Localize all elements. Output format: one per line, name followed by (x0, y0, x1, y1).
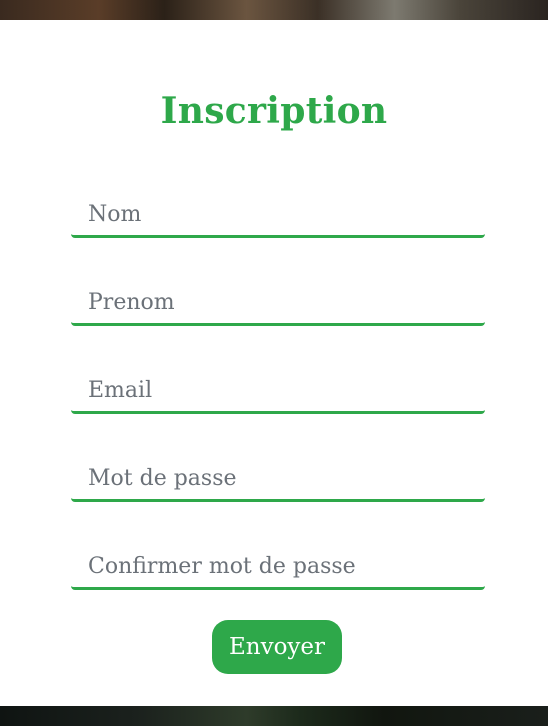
nom-input[interactable] (71, 194, 485, 238)
prenom-input[interactable] (71, 282, 485, 326)
confirm-password-input[interactable] (71, 546, 485, 590)
background-photo-top (0, 0, 548, 20)
submit-button[interactable]: Envoyer (212, 620, 342, 674)
signup-card: Inscription Envoyer (0, 20, 548, 706)
email-input[interactable] (71, 370, 485, 414)
password-input[interactable] (71, 458, 485, 502)
page-title: Inscription (160, 90, 388, 132)
background-photo-bottom (0, 706, 548, 726)
